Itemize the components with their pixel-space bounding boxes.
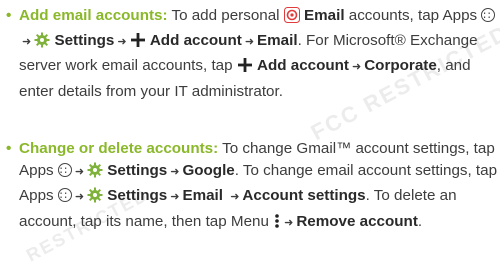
arrow-icon: ➜: [244, 36, 255, 49]
arrow-icon: ➜: [74, 166, 85, 179]
remove-account-label: Remove account: [296, 212, 418, 230]
item-heading: Change or delete accounts:: [19, 140, 219, 157]
account-settings-label: Account settings: [242, 187, 366, 205]
bullet: •: [6, 7, 12, 24]
arrow-icon: ➜: [170, 166, 180, 179]
corporate-label: Corporate: [364, 57, 437, 75]
bullet: •: [6, 140, 12, 157]
arrow-icon: ➜: [74, 191, 85, 204]
email-label: Email: [182, 187, 223, 205]
menu-icon: [273, 213, 281, 236]
settings-gear-icon: [87, 162, 103, 185]
google-label: Google: [182, 162, 235, 180]
body-text: accounts, tap Apps: [344, 7, 482, 24]
add-plus-icon: [237, 57, 253, 80]
arrow-icon: ➜: [352, 61, 362, 74]
settings-gear-icon: [87, 187, 103, 210]
arrow-icon: ➜: [117, 36, 127, 49]
settings-label: Settings: [107, 162, 168, 180]
list-item-change-delete-accounts: • Change or delete accounts: To change G…: [6, 138, 500, 236]
settings-gear-icon: [34, 32, 50, 55]
apps-icon: [481, 5, 496, 27]
add-plus-icon: [130, 32, 146, 55]
item-heading: Add email accounts:: [19, 7, 168, 24]
arrow-icon: ➜: [230, 191, 240, 204]
add-account-label: Add account: [149, 32, 242, 50]
email-icon: [283, 7, 300, 30]
settings-label: Settings: [54, 32, 115, 50]
arrow-icon: ➜: [22, 36, 32, 49]
list-item-add-email-accounts: • Add email accounts: To add personal Em…: [6, 5, 500, 103]
body-text: To add personal: [167, 7, 284, 24]
email-label: Email: [304, 7, 345, 24]
add-account-label: Add account: [257, 57, 349, 75]
arrow-icon: ➜: [284, 216, 294, 229]
apps-icon: [57, 185, 72, 208]
arrow-icon: ➜: [170, 191, 180, 204]
apps-icon: [57, 160, 72, 182]
body-text: .: [417, 212, 423, 230]
email-label: Email: [257, 32, 298, 50]
settings-label: Settings: [107, 187, 168, 205]
